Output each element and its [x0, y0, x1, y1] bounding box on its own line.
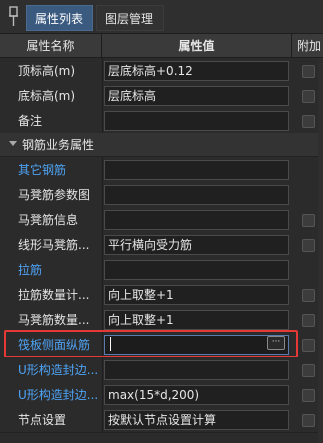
add-checkbox[interactable] — [302, 389, 315, 402]
property-row[interactable]: 拉筋 — [0, 257, 323, 283]
column-divider — [102, 207, 103, 233]
collapse-arrow-icon[interactable] — [9, 141, 17, 146]
property-grid-header: 属性名称 属性值 附加 — [0, 34, 323, 58]
property-name: 拉筋 — [18, 263, 43, 277]
column-divider — [102, 257, 103, 283]
column-divider — [102, 108, 103, 134]
section-label: 钢筋业务属性 — [22, 138, 95, 152]
tab-property-list[interactable]: 属性列表 — [26, 5, 93, 31]
property-row[interactable]: 备注 — [0, 108, 323, 134]
add-checkbox[interactable] — [302, 65, 315, 78]
add-checkbox[interactable] — [302, 214, 315, 227]
panel-tab-bar: 属性列表 图层管理 — [0, 0, 323, 34]
column-divider — [102, 182, 103, 208]
property-value-field[interactable] — [104, 160, 289, 180]
property-name: 拉筋数量计... — [18, 288, 90, 302]
property-value-field[interactable]: 向上取整+1 — [104, 285, 289, 305]
add-checkbox[interactable] — [302, 90, 315, 103]
property-row[interactable]: 拉筋数量计... 向上取整+1 — [0, 282, 323, 308]
column-divider — [102, 282, 103, 308]
section-header-rebar[interactable]: 钢筋业务属性 — [0, 133, 323, 157]
property-value-field[interactable]: 平行横向受力筋 — [104, 235, 289, 255]
column-divider — [102, 232, 103, 258]
vertical-scrollbar[interactable] — [318, 58, 323, 443]
property-row[interactable]: 底标高(m) 层底标高 — [0, 83, 323, 109]
property-value-field[interactable] — [104, 185, 289, 205]
property-row[interactable]: 顶标高(m) 层底标高+0.12 — [0, 58, 323, 84]
property-row[interactable]: U形构造封边... — [0, 357, 323, 383]
add-checkbox[interactable] — [302, 314, 315, 327]
property-row[interactable]: U形构造封边... max(15*d,200) — [0, 382, 323, 408]
column-header-value[interactable]: 属性值 — [102, 34, 292, 58]
column-divider — [102, 382, 103, 408]
property-name: 底标高(m) — [18, 89, 76, 103]
property-value-field[interactable]: 层底标高+0.12 — [104, 61, 289, 81]
column-divider — [102, 357, 103, 383]
property-row[interactable]: 节点设置 按默认节点设置计算 — [0, 407, 323, 433]
property-value-field[interactable]: max(15*d,200) — [104, 385, 289, 405]
property-row[interactable]: 马凳筋参数图 — [0, 182, 323, 208]
property-value-field[interactable] — [104, 210, 289, 230]
column-divider — [102, 407, 103, 433]
add-checkbox[interactable] — [302, 239, 315, 252]
property-name: 线形马凳筋... — [18, 238, 90, 252]
tab-layer-management[interactable]: 图层管理 — [96, 5, 164, 31]
property-value-field[interactable]: 向上取整+1 — [104, 310, 289, 330]
property-name: 备注 — [18, 114, 43, 128]
add-checkbox[interactable] — [302, 289, 315, 302]
property-name: 其它钢筋 — [18, 163, 67, 177]
column-header-name[interactable]: 属性名称 — [0, 34, 102, 58]
column-divider — [102, 157, 103, 183]
property-row[interactable]: 其它钢筋 — [0, 157, 323, 183]
property-name: 顶标高(m) — [18, 64, 76, 78]
property-value-field[interactable] — [104, 260, 289, 280]
highlight-box — [4, 330, 298, 358]
add-checkbox[interactable] — [302, 364, 315, 377]
add-checkbox[interactable] — [302, 339, 315, 352]
column-divider — [102, 83, 103, 109]
property-value-field[interactable]: 层底标高 — [104, 86, 289, 106]
add-checkbox[interactable] — [302, 414, 315, 427]
property-name: 节点设置 — [18, 413, 67, 427]
add-checkbox[interactable] — [302, 115, 315, 128]
column-header-add[interactable]: 附加 — [292, 34, 323, 58]
column-divider — [102, 58, 103, 84]
property-name: U形构造封边... — [18, 388, 99, 402]
property-value-field[interactable] — [104, 111, 289, 131]
property-value-field[interactable]: 按默认节点设置计算 — [104, 410, 289, 430]
property-value-field[interactable] — [104, 360, 289, 380]
property-row[interactable]: 线形马凳筋... 平行横向受力筋 — [0, 232, 323, 258]
pin-icon[interactable] — [9, 6, 18, 28]
property-name: U形构造封边... — [18, 363, 99, 377]
property-row[interactable]: 马凳筋信息 — [0, 207, 323, 233]
property-name: 马凳筋参数图 — [18, 188, 91, 202]
property-name: 马凳筋信息 — [18, 213, 79, 227]
